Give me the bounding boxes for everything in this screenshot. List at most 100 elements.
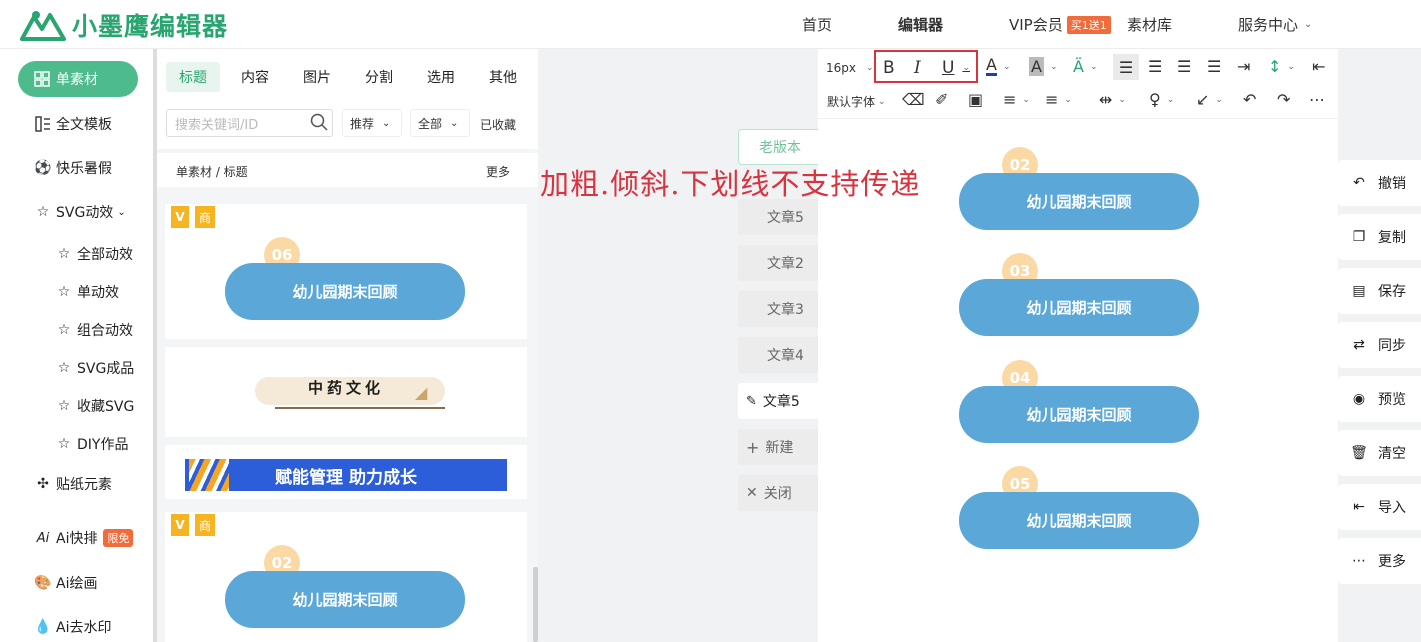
font-size-value: 16px (826, 61, 856, 75)
tab-selected[interactable]: 选用 (427, 62, 455, 92)
font-family-select[interactable]: 默认字体 ⌄ (827, 93, 886, 110)
free-badge: 限免 (103, 529, 134, 547)
material-card[interactable]: V 商 06 幼儿园期末回顾 (165, 204, 527, 339)
more-icon: ⋯ (1309, 90, 1325, 109)
close-article-button[interactable]: ✕ 关闭 (738, 475, 818, 511)
arrow-button[interactable]: ↙ ⌄ (1196, 90, 1223, 109)
sync-action[interactable]: ⇄ 同步 (1338, 322, 1421, 368)
align-center-button[interactable]: ☰ (1148, 57, 1162, 76)
editor-banner[interactable]: 03 幼儿园期末回顾 (948, 241, 1210, 341)
material-card[interactable]: V 商 02 幼儿园期末回顾 (165, 512, 527, 642)
article-tab-label: 文章5 (762, 394, 800, 410)
lightbulb-icon: ♀ (1149, 90, 1161, 109)
letter-spacing-button[interactable]: ⇹ ⌄ (1099, 90, 1126, 109)
article-tab[interactable]: 文章3 (738, 291, 818, 327)
tab-divider[interactable]: 分割 (365, 62, 393, 92)
tab-other[interactable]: 其他 (489, 62, 517, 92)
new-article-button[interactable]: + 新建 (738, 429, 818, 465)
sidebar-subitem-diy-works[interactable]: ☆ DIY作品 (55, 434, 129, 454)
font-color-button[interactable]: A ⌄ (986, 57, 1011, 76)
editor-banner[interactable]: 04 幼儿园期末回顾 (948, 348, 1210, 448)
tab-content[interactable]: 内容 (241, 62, 269, 92)
action-label: 撤销 (1378, 176, 1406, 192)
template-icon (34, 115, 52, 133)
exit-format-button[interactable]: ⇤ (1312, 57, 1325, 76)
sidebar-subitem-saved-svg[interactable]: ☆ 收藏SVG (55, 396, 135, 416)
lightbulb-button[interactable]: ♀ ⌄ (1149, 90, 1174, 109)
sidebar-item-stickers[interactable]: ✣ 贴纸元素 (34, 474, 112, 494)
star-icon: ☆ (57, 246, 71, 262)
background-color-button[interactable]: A ⌄ (1029, 57, 1058, 76)
sidebar-item-label: Ai去水印 (56, 620, 112, 636)
image-button[interactable]: ▣ (968, 90, 983, 109)
sidebar-item-single-material[interactable]: 单素材 (18, 61, 138, 97)
spacing-above-button[interactable]: ≡ ⌄ (1003, 90, 1030, 109)
nav-editor[interactable]: 编辑器 (898, 0, 943, 49)
editor-banner[interactable]: 02 幼儿园期末回顾 (948, 135, 1210, 235)
text-effect-button[interactable]: Ä ⌄ (1073, 57, 1098, 76)
spacing-below-button[interactable]: ≡ ⌄ (1045, 90, 1072, 109)
article-tab-active[interactable]: ✎ 文章5 (738, 383, 818, 419)
sort-dropdown[interactable]: 推荐 ⌄ (342, 109, 402, 137)
material-panel: 标题 内容 图片 分割 选用 其他 搜索关键词/ID 推荐 ⌄ 全部 ⌄ 已收藏… (157, 49, 538, 642)
old-version-button[interactable]: 老版本 (738, 129, 822, 165)
line-height-button[interactable]: ↕ ⌄ (1268, 57, 1295, 76)
tab-title[interactable]: 标题 (166, 62, 220, 92)
italic-icon: I (914, 58, 921, 78)
logo-text: 小墨鹰编辑器 (72, 12, 229, 41)
sidebar-item-ai-painting[interactable]: 🎨 Ai绘画 (34, 573, 97, 593)
underline-button[interactable]: U ⌄ (942, 58, 970, 78)
preview-action[interactable]: ◉ 预览 (1338, 376, 1421, 422)
sidebar-item-svg-effects[interactable]: ☆ SVG动效 ⌄ (34, 202, 126, 222)
clear-action[interactable]: 🗑 清空 (1338, 430, 1421, 476)
more-icon: ⋯ (1352, 553, 1366, 569)
spacing-below-icon: ≡ (1045, 90, 1059, 109)
sidebar-subitem-single-effect[interactable]: ☆ 单动效 (55, 282, 119, 302)
more-tools-button[interactable]: ⋯ (1309, 90, 1325, 109)
material-card[interactable]: 赋能管理 助力成长 (165, 445, 527, 499)
undo-button[interactable]: ↶ (1243, 90, 1256, 109)
sidebar-item-summer[interactable]: ⚽ 快乐暑假 (34, 158, 112, 178)
action-label: 更多 (1378, 554, 1406, 570)
article-tab[interactable]: 文章2 (738, 245, 818, 281)
collected-filter[interactable]: 已收藏 (480, 116, 516, 133)
sidebar-item-ai-watermark[interactable]: 💧 Ai去水印 (34, 617, 111, 637)
filter-dropdown[interactable]: 全部 ⌄ (410, 109, 470, 137)
sidebar-subitem-svg-products[interactable]: ☆ SVG成品 (55, 358, 135, 378)
nav-home[interactable]: 首页 (802, 0, 832, 49)
tab-image[interactable]: 图片 (303, 62, 331, 92)
sidebar-subitem-combo-effect[interactable]: ☆ 组合动效 (55, 320, 133, 340)
redo-button[interactable]: ↷ (1277, 90, 1290, 109)
copy-action[interactable]: ❐ 复制 (1338, 214, 1421, 260)
annotation-text: 加粗.倾斜.下划线不支持传递 (540, 167, 921, 201)
align-left-button[interactable]: ☰ (1113, 54, 1139, 80)
article-tab[interactable]: 文章5 (738, 199, 818, 235)
nav-material-library[interactable]: 素材库 (1127, 0, 1172, 49)
format-brush-button[interactable]: ✐ (935, 90, 948, 109)
italic-button[interactable]: I (914, 58, 921, 78)
star-icon: ☆ (57, 398, 71, 414)
logo[interactable]: 小墨鹰编辑器 (20, 7, 228, 43)
nav-service-center[interactable]: 服务中心 ⌄ (1238, 0, 1312, 49)
sidebar-item-ai-layout[interactable]: Ai Ai快排 限免 (34, 528, 134, 548)
nav-vip[interactable]: VIP会员 买1送1 (1009, 0, 1111, 49)
align-right-button[interactable]: ☰ (1177, 57, 1191, 76)
eraser-button[interactable]: ⌫ (902, 90, 925, 109)
eraser-icon: ⌫ (902, 90, 925, 109)
search-input[interactable]: 搜索关键词/ID (166, 109, 333, 137)
sidebar-subitem-all-effects[interactable]: ☆ 全部动效 (55, 244, 133, 264)
import-action[interactable]: ⇤ 导入 (1338, 484, 1421, 530)
bold-button[interactable]: B (883, 58, 895, 78)
font-size-select[interactable]: 16px ⌄ (826, 59, 874, 77)
save-action[interactable]: ▤ 保存 (1338, 268, 1421, 314)
justify-button[interactable]: ☰ (1207, 57, 1221, 76)
article-tab[interactable]: 文章4 (738, 337, 818, 373)
indent-button[interactable]: ⇥ (1237, 57, 1250, 76)
arrow-left-bar-icon: ⇤ (1312, 57, 1326, 76)
more-link[interactable]: 更多 (486, 163, 510, 180)
more-action[interactable]: ⋯ 更多 (1338, 538, 1421, 584)
sidebar-item-full-template[interactable]: 全文模板 (34, 114, 112, 134)
material-card[interactable]: 中药文化 ◢ (165, 347, 527, 437)
undo-action[interactable]: ↶ 撤销 (1338, 160, 1421, 206)
editor-banner[interactable]: 05 幼儿园期末回顾 (948, 454, 1210, 554)
